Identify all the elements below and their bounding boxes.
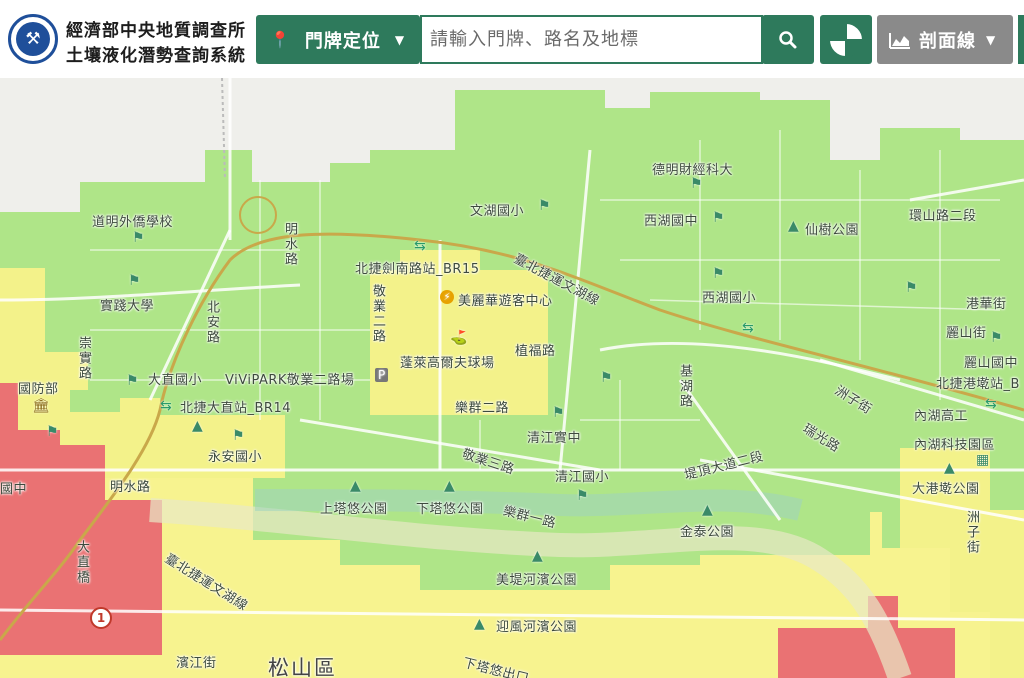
mrt-station-icon: ⇆	[742, 320, 754, 336]
label-xihu-es: 西湖國小	[702, 291, 757, 306]
park-icon: ▲	[532, 548, 543, 564]
label-qingjiang-st: 濱江街	[176, 656, 217, 671]
park-icon: ▲	[944, 460, 955, 476]
chevron-down-icon: ▼	[394, 32, 406, 47]
chevron-down-icon: ▼	[986, 32, 997, 47]
road-shield-1: 1	[90, 607, 112, 629]
app-header: ⚒ 經濟部中央地質調查所 土壤液化潛勢查詢系統 📍 門牌定位 ▼ 剖面線 ▼	[0, 0, 1024, 78]
label-chongshi: 崇實路	[76, 336, 91, 381]
label-qingjiang-es: 清江國小	[555, 470, 610, 485]
label-beian: 北安路	[204, 300, 219, 345]
school-icon: ⚑	[538, 198, 551, 214]
label-dazhi-bridge: 大直橋	[74, 540, 89, 585]
label-wenhu: 文湖國小	[470, 204, 525, 219]
park-icon: ▲	[474, 616, 485, 632]
address-locate-label: 門牌定位	[304, 30, 381, 52]
label-huanshan: 環山路二段	[909, 209, 977, 224]
school-icon: ⚑	[552, 405, 565, 421]
school-icon: ⚑	[712, 210, 725, 226]
label-dagang: 大港墘公園	[912, 482, 980, 497]
liquefaction-map[interactable]: 道明外僑學校 文湖國小 德明財經科大 西湖國中 仙樹公園 環山路二段 實踐大學 …	[0, 0, 1024, 678]
government-icon: 🏛	[32, 398, 50, 414]
label-shijian: 實踐大學	[100, 299, 155, 314]
label-neihu-hs: 內湖高工	[914, 409, 969, 424]
agency-seal-icon[interactable]: ⚒	[8, 14, 58, 64]
school-icon: ⚑	[126, 373, 139, 389]
label-beijie-jiannan: 北捷劍南路站_BR15	[355, 262, 480, 277]
road-shield-number: 1	[96, 611, 106, 625]
school-icon: ⚑	[600, 370, 613, 386]
label-shangtayou: 上塔悠公園	[320, 502, 388, 517]
label-beijie-gangshu: 北捷港墘站_B	[936, 377, 1020, 392]
mrt-station-icon: ⇆	[414, 238, 426, 254]
school-icon: ⚑	[232, 428, 245, 444]
park-icon: ▲	[444, 478, 455, 494]
label-mingshui-top: 明水路	[282, 222, 297, 267]
park-icon: ▲	[350, 478, 361, 494]
factory-icon: ▦	[976, 452, 990, 468]
toolbar-overflow-button[interactable]	[1018, 15, 1024, 64]
label-daoming: 道明外僑學校	[92, 215, 174, 230]
address-locate-dropdown[interactable]: 📍 門牌定位 ▼	[256, 15, 420, 64]
label-jintai: 金泰公園	[680, 525, 735, 540]
park-icon: ▲	[192, 418, 203, 434]
label-yingfeng: 迎風河濱公園	[496, 620, 578, 635]
mrt-station-icon: ⇆	[160, 398, 172, 414]
label-qingjiang-ss: 清江實中	[527, 431, 582, 446]
label-zhifu: 植福路	[515, 344, 556, 359]
school-icon: ⚑	[690, 176, 703, 192]
school-icon: ⚑	[990, 330, 1003, 346]
label-district: 松山區	[268, 656, 337, 678]
school-icon: ⚑	[132, 230, 145, 246]
label-lilai: 蓬萊高爾夫球場	[400, 356, 495, 371]
label-xihu-jh: 西湖國中	[644, 214, 699, 229]
label-meili: 美麗華遊客中心	[458, 294, 553, 309]
golf-icon: ⛳	[450, 330, 468, 346]
park-icon: ▲	[788, 218, 799, 234]
label-lequn2: 樂群二路	[455, 401, 510, 416]
search-button[interactable]	[762, 15, 814, 64]
label-beijie-dazhi: 北捷大直站_BR14	[180, 401, 291, 416]
app-title-line2: 土壤液化潛勢查詢系統	[66, 46, 246, 66]
quadrant-icon	[828, 21, 864, 58]
label-xianshu: 仙樹公園	[805, 223, 860, 238]
map-pin-icon: 📍	[270, 30, 291, 49]
label-guofang: 國防部	[18, 382, 59, 397]
label-ganghua: 港華街	[966, 297, 1007, 312]
school-icon: ⚑	[905, 280, 918, 296]
school-icon: ⚑	[576, 488, 589, 504]
label-jihu: 基湖路	[677, 364, 692, 409]
label-dizhong: 國中	[0, 482, 28, 497]
search-input[interactable]	[420, 15, 763, 64]
label-xiatayou: 下塔悠公園	[416, 502, 484, 517]
area-chart-icon	[889, 32, 910, 49]
app-title-line1: 經濟部中央地質調查所	[66, 21, 246, 41]
label-vivipark: ViViPARK敬業二路場	[225, 373, 355, 388]
label-lishan: 麗山街	[946, 326, 987, 341]
label-meidi: 美堤河濱公園	[496, 573, 578, 588]
parking-icon: P	[375, 368, 389, 382]
label-mingshui: 明水路	[110, 480, 151, 495]
label-neihu-tech: 內湖科技園區	[914, 438, 996, 453]
label-jingye2: 敬業二路	[370, 284, 385, 344]
label-lishan-jh: 麗山國中	[964, 356, 1019, 371]
school-icon: ⚑	[128, 273, 141, 289]
label-dazhi-es: 大直國小	[148, 373, 203, 388]
layer-grid-button[interactable]	[820, 15, 872, 64]
school-icon: ⚑	[712, 266, 725, 282]
label-yongan: 永安國小	[208, 450, 263, 465]
profile-line-label: 剖面線	[919, 30, 976, 52]
label-zhou-st: 洲子街	[964, 510, 979, 555]
school-icon: ⚑	[46, 424, 59, 440]
profile-line-dropdown[interactable]: 剖面線 ▼	[877, 15, 1013, 64]
visitor-center-icon: ⚡	[440, 290, 454, 304]
mrt-station-icon: ⇆	[985, 396, 997, 412]
park-icon: ▲	[702, 502, 713, 518]
search-icon	[779, 30, 797, 48]
